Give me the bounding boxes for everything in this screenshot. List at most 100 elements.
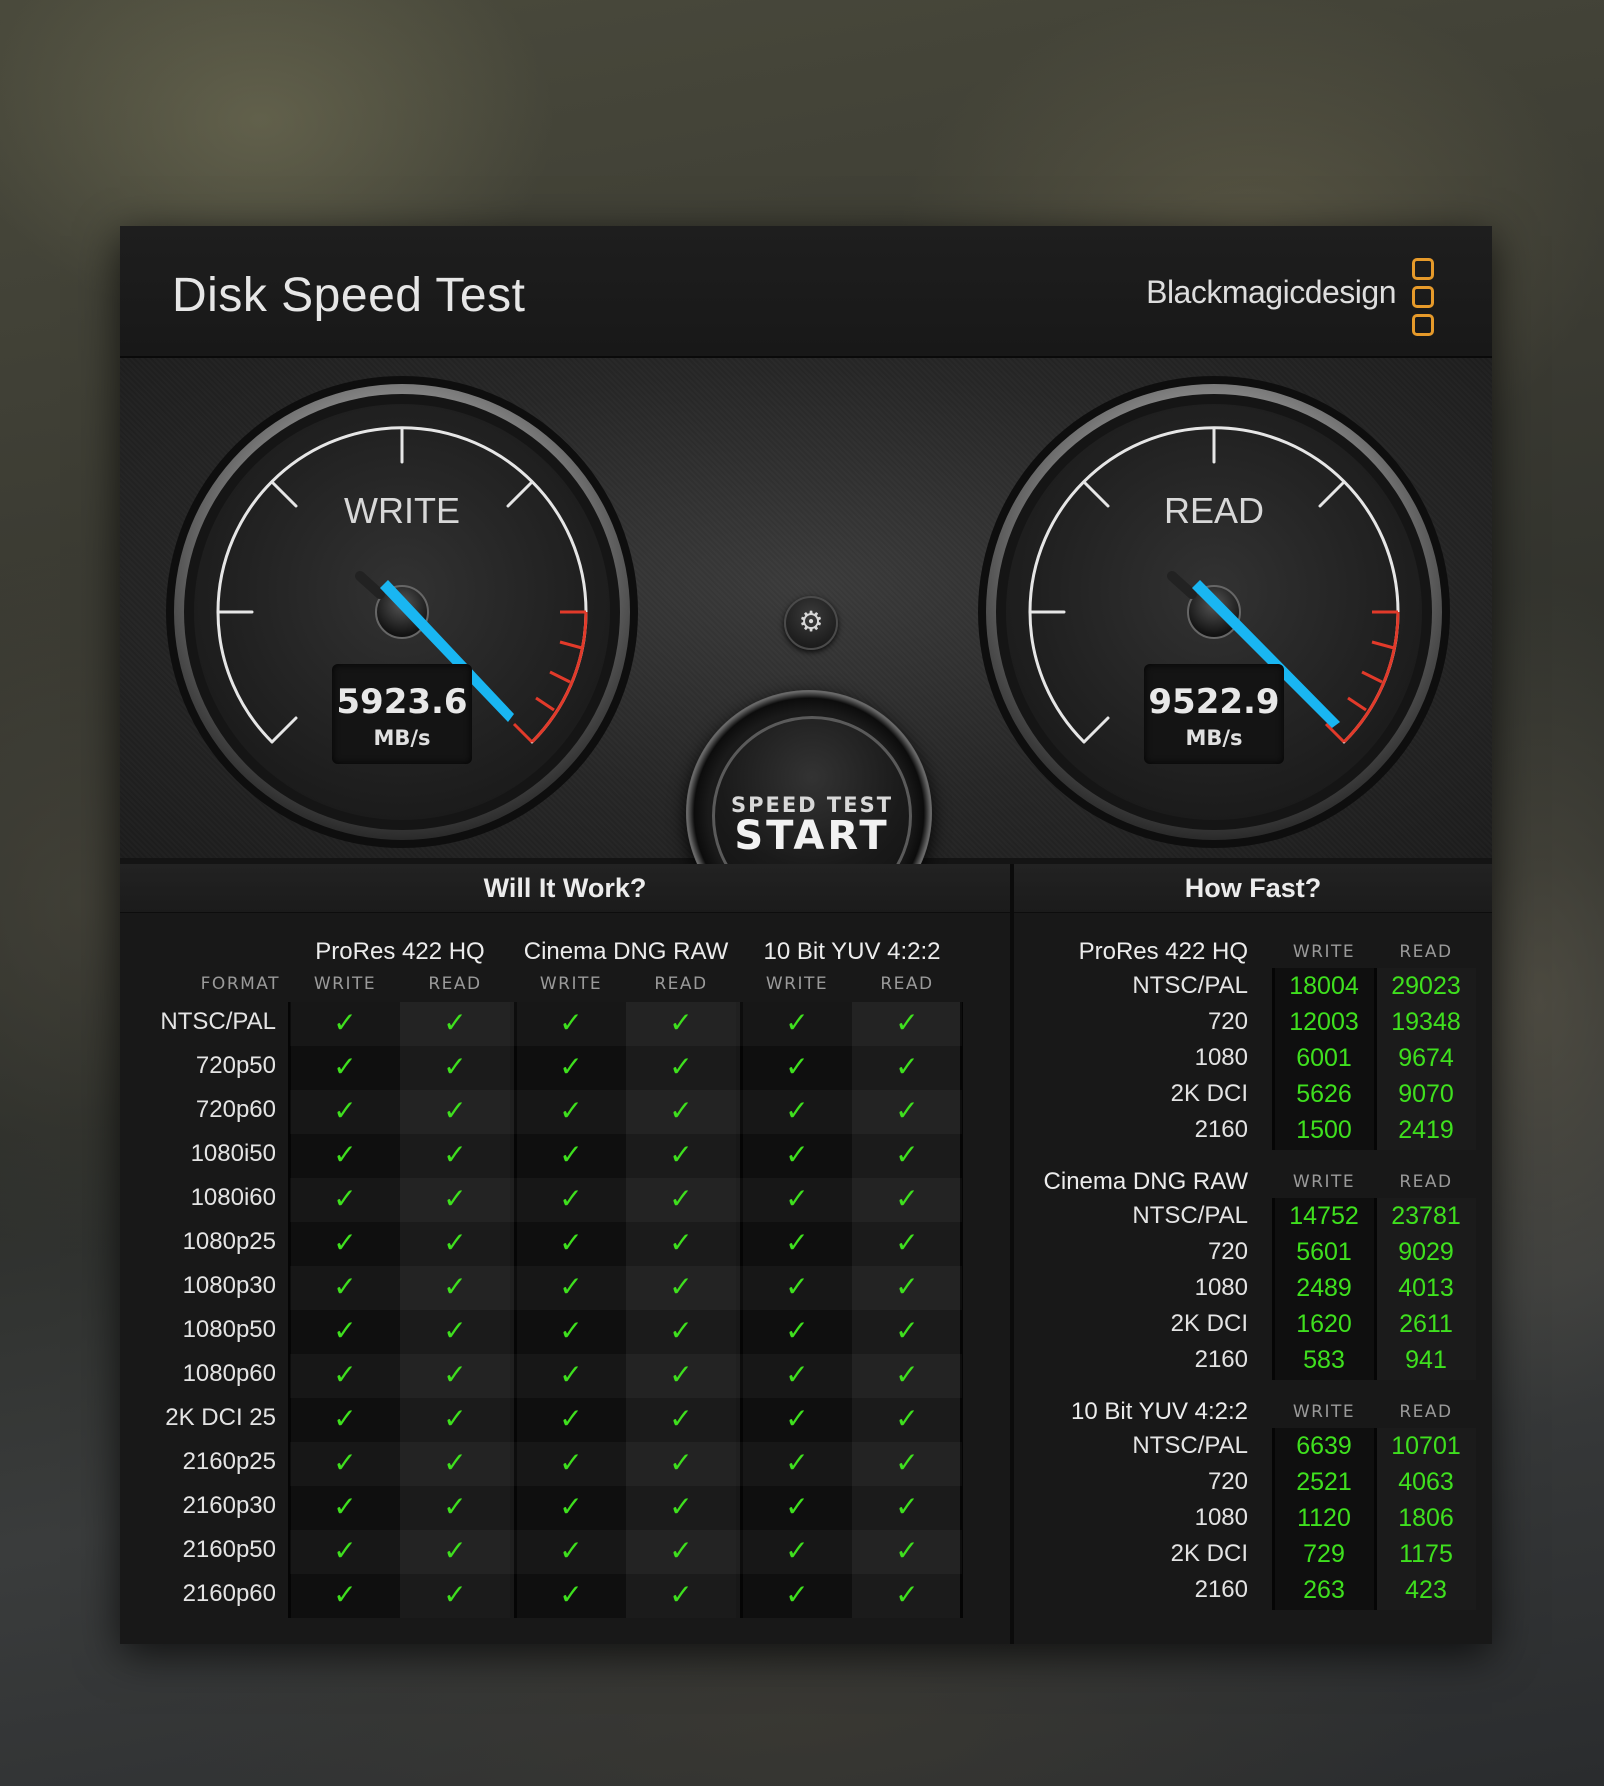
read-speed-cell: 4013	[1398, 1274, 1454, 1302]
check-icon: ✓	[669, 1490, 693, 1523]
check-icon: ✓	[333, 1094, 357, 1127]
how-fast-read-header: READ	[1399, 942, 1453, 962]
write-column-header: WRITE	[313, 974, 377, 994]
check-icon: ✓	[559, 1094, 583, 1127]
write-speed-cell: 6639	[1296, 1432, 1352, 1460]
check-icon: ✓	[669, 1226, 693, 1259]
write-column-header: WRITE	[539, 974, 603, 994]
check-icon: ✓	[785, 1402, 809, 1435]
format-row-label: NTSC/PAL	[160, 1008, 276, 1035]
check-icon: ✓	[443, 1050, 467, 1083]
will-it-work-panel: Will It Work? ProRes 422 HQ Cinema DNG RA…	[120, 864, 1010, 1644]
check-icon: ✓	[785, 1314, 809, 1347]
check-icon: ✓	[895, 1050, 919, 1083]
write-speed-cell: 1500	[1296, 1116, 1352, 1144]
check-icon: ✓	[333, 1226, 357, 1259]
check-icon: ✓	[443, 1578, 467, 1611]
write-speed-cell: 12003	[1289, 1008, 1359, 1036]
check-icon: ✓	[559, 1226, 583, 1259]
check-icon: ✓	[333, 1358, 357, 1391]
check-icon: ✓	[669, 1446, 693, 1479]
check-icon: ✓	[895, 1534, 919, 1567]
check-icon: ✓	[895, 1314, 919, 1347]
read-column-header: READ	[654, 974, 708, 994]
settings-button[interactable]: ⚙	[784, 596, 838, 650]
how-fast-row-label: NTSC/PAL	[1132, 1202, 1248, 1229]
read-speed-cell: 29023	[1391, 972, 1461, 1000]
check-icon: ✓	[559, 1314, 583, 1347]
how-fast-codec-title: 10 Bit YUV 4:2:2	[1071, 1398, 1248, 1425]
how-fast-write-header: WRITE	[1292, 942, 1356, 962]
check-icon: ✓	[333, 1050, 357, 1083]
check-icon: ✓	[895, 1490, 919, 1523]
how-fast-row-label: NTSC/PAL	[1132, 972, 1248, 999]
disk-speed-test-window: Disk Speed Test Blackmagicdesign WRITE 5…	[120, 226, 1492, 1644]
check-icon: ✓	[333, 1314, 357, 1347]
check-icon: ✓	[333, 1402, 357, 1435]
check-icon: ✓	[669, 1578, 693, 1611]
check-icon: ✓	[559, 1138, 583, 1171]
how-fast-row-label: 720	[1207, 1468, 1248, 1495]
write-speed-cell: 2489	[1296, 1274, 1352, 1302]
check-icon: ✓	[785, 1226, 809, 1259]
check-icon: ✓	[669, 1006, 693, 1039]
read-speed-cell: 23781	[1391, 1202, 1461, 1230]
format-row-label: 2160p50	[182, 1536, 276, 1563]
check-icon: ✓	[785, 1270, 809, 1303]
check-icon: ✓	[785, 1138, 809, 1171]
will-it-work-table: ProRes 422 HQ Cinema DNG RAW 10 Bit YUV 4:…	[120, 912, 1010, 1644]
write-speed-cell: 14752	[1289, 1202, 1359, 1230]
how-fast-row-label: 720	[1207, 1238, 1248, 1265]
check-icon: ✓	[785, 1490, 809, 1523]
format-row-label: 1080p25	[182, 1228, 276, 1255]
format-row-label: 2K DCI 25	[165, 1404, 276, 1431]
write-speed-cell: 6001	[1296, 1044, 1352, 1072]
check-icon: ✓	[895, 1270, 919, 1303]
write-speed-cell: 5626	[1296, 1080, 1352, 1108]
check-icon: ✓	[785, 1358, 809, 1391]
how-fast-row-label: 1080	[1194, 1044, 1248, 1071]
check-icon: ✓	[559, 1182, 583, 1215]
check-icon: ✓	[443, 1226, 467, 1259]
check-icon: ✓	[559, 1402, 583, 1435]
check-icon: ✓	[895, 1182, 919, 1215]
check-icon: ✓	[443, 1314, 467, 1347]
read-speed-cell: 9674	[1398, 1044, 1454, 1072]
check-icon: ✓	[669, 1094, 693, 1127]
check-icon: ✓	[443, 1138, 467, 1171]
write-speed-cell: 1120	[1297, 1504, 1351, 1532]
format-column-header: FORMAT	[200, 974, 280, 994]
check-icon: ✓	[785, 1534, 809, 1567]
check-icon: ✓	[669, 1050, 693, 1083]
check-icon: ✓	[333, 1270, 357, 1303]
read-speed-cell: 10701	[1391, 1432, 1461, 1460]
write-speed-cell: 5601	[1296, 1238, 1352, 1266]
how-fast-panel: How Fast? ProRes 422 HQ WRITE READ NTSC/PAL…	[1014, 864, 1492, 1644]
how-fast-row-label: NTSC/PAL	[1132, 1432, 1248, 1459]
check-icon: ✓	[785, 1094, 809, 1127]
read-speed-cell: 19348	[1391, 1008, 1461, 1036]
brand-name: Blackmagicdesign	[1146, 274, 1396, 310]
read-speed-cell: 1806	[1398, 1504, 1454, 1532]
check-icon: ✓	[559, 1270, 583, 1303]
check-icon: ✓	[333, 1182, 357, 1215]
will-it-work-title: Will It Work?	[120, 864, 1010, 913]
check-icon: ✓	[333, 1006, 357, 1039]
check-icon: ✓	[333, 1534, 357, 1567]
how-fast-row-label: 2K DCI	[1170, 1540, 1248, 1567]
gear-icon: ⚙	[798, 605, 824, 638]
blackmagic-logo-icon	[1412, 258, 1434, 336]
read-column-header: READ	[428, 974, 482, 994]
how-fast-read-header: READ	[1399, 1172, 1453, 1192]
check-icon: ✓	[895, 1138, 919, 1171]
how-fast-row-label: 2160	[1194, 1116, 1248, 1143]
check-icon: ✓	[443, 1402, 467, 1435]
write-speed-cell: 1620	[1296, 1310, 1352, 1338]
check-icon: ✓	[443, 1182, 467, 1215]
check-icon: ✓	[669, 1534, 693, 1567]
check-icon: ✓	[895, 1006, 919, 1039]
write-speed-cell: 583	[1303, 1346, 1345, 1374]
check-icon: ✓	[895, 1446, 919, 1479]
write-gauge	[166, 376, 638, 848]
check-icon: ✓	[785, 1446, 809, 1479]
